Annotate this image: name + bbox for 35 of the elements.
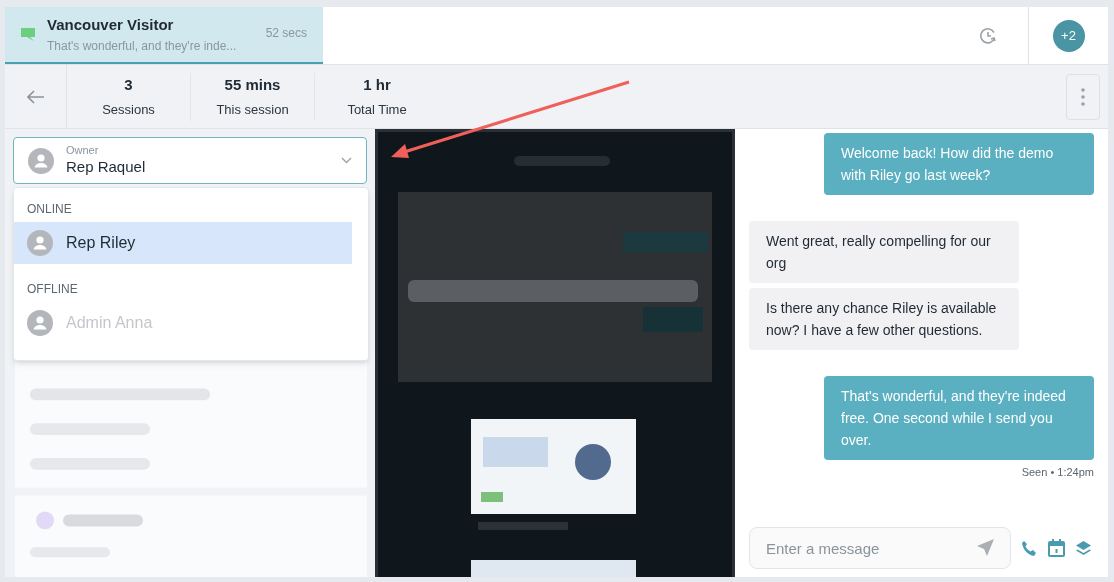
message-preview: That's wonderful, and they're inde...	[47, 37, 237, 55]
agent-message: That's wonderful, and they're indeed free. One second while I send you over.	[824, 376, 1094, 460]
conversation-tab[interactable]: Vancouver Visitor That's wonderful, and they're inde... 52 secs	[5, 7, 323, 64]
layers-icon[interactable]	[1075, 539, 1092, 557]
calendar-icon[interactable]	[1048, 539, 1065, 557]
send-icon[interactable]	[976, 538, 995, 557]
stat-value: 55 mins	[224, 74, 281, 95]
visitor-message: Is there any chance Riley is available now? I have a few other questions.	[749, 288, 1019, 350]
chevron-down-icon	[341, 157, 352, 164]
vertical-dots-icon	[1081, 87, 1085, 106]
read-receipt: Seen • 1:24pm	[1021, 465, 1094, 480]
history-icon[interactable]	[979, 26, 997, 45]
visitor-name: Vancouver Visitor	[47, 15, 174, 36]
selected-owner: Rep Raquel	[66, 158, 147, 177]
phone-icon[interactable]	[1021, 539, 1038, 557]
message-input[interactable]: Enter a message	[749, 527, 1011, 569]
back-arrow-icon	[26, 89, 45, 104]
group-heading: ONLINE	[26, 201, 73, 218]
field-label: Owner	[66, 144, 100, 158]
more-options-button[interactable]	[1066, 73, 1100, 120]
group-heading: OFFLINE	[26, 281, 79, 298]
owner-select[interactable]: Owner Rep Raquel	[13, 137, 367, 184]
avatar-icon	[27, 230, 53, 256]
stat-label: Total Time	[347, 101, 407, 119]
owner-option[interactable]: Rep Riley	[14, 222, 352, 264]
stat-value: 3	[124, 74, 133, 95]
stat-value: 1 hr	[363, 74, 391, 95]
stat-label: Sessions	[102, 101, 155, 119]
agent-message: Welcome back! How did the demo with Riley go last week?	[824, 133, 1094, 195]
stat-label: This session	[216, 101, 289, 119]
chat-bubble-icon	[21, 28, 35, 41]
visitor-message: Went great, really compelling for our org	[749, 221, 1019, 283]
avatar-icon	[27, 310, 53, 336]
elapsed-time: 52 secs	[265, 25, 307, 42]
avatar-icon	[28, 147, 54, 174]
